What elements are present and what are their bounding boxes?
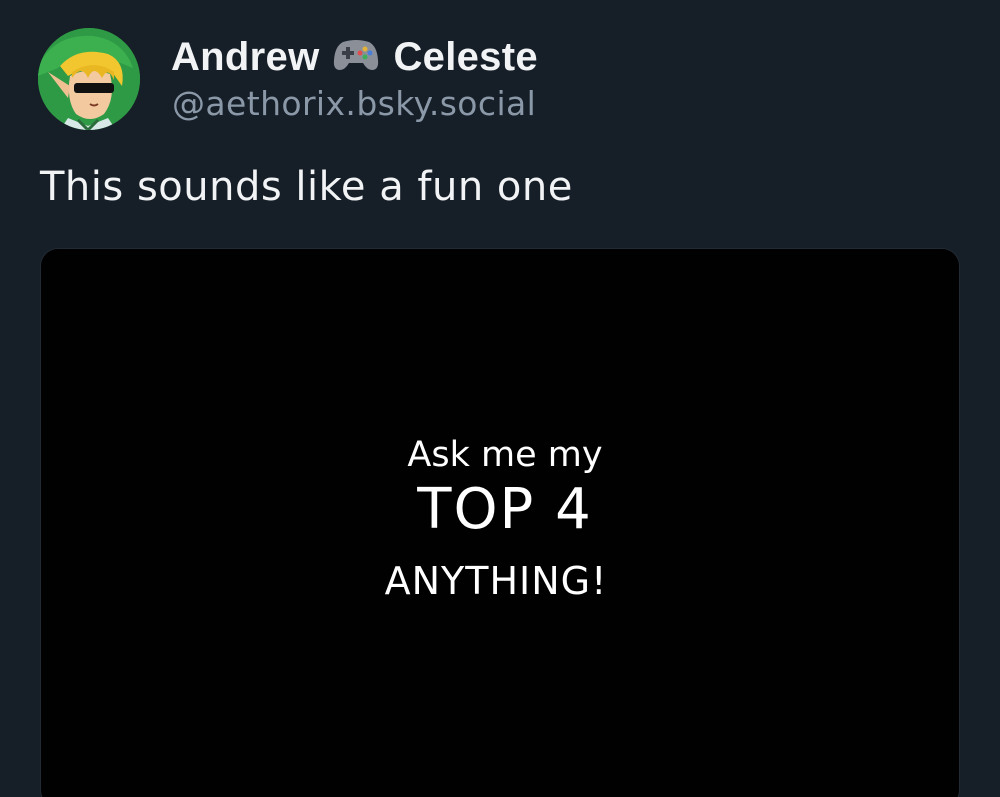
meme-text-line3: ANYTHING! bbox=[384, 559, 608, 603]
author-last-name: Celeste bbox=[393, 34, 538, 79]
post-media-image[interactable]: Ask me my TOP 4 ANYTHING! bbox=[40, 248, 960, 797]
author-display-name[interactable]: Andrew Celeste bbox=[171, 32, 538, 82]
post-text: This sounds like a fun one bbox=[40, 164, 573, 210]
avatar[interactable] bbox=[38, 28, 140, 130]
author-first-name: Andrew bbox=[171, 34, 320, 79]
elf-avatar-icon bbox=[38, 28, 140, 130]
author-handle[interactable]: @aethorix.bsky.social bbox=[172, 84, 536, 123]
meme-text-line2: TOP 4 bbox=[417, 477, 593, 542]
video-game-controller-icon bbox=[333, 37, 379, 82]
meme-text-line1: Ask me my bbox=[407, 435, 603, 475]
